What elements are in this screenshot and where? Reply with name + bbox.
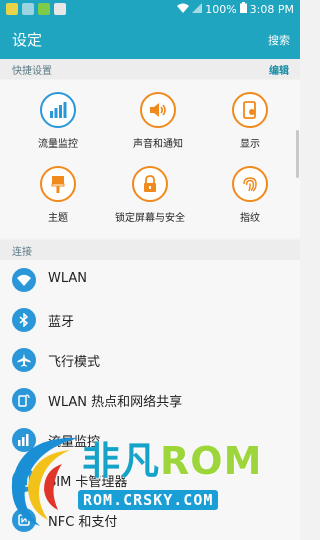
scrollbar-thumb[interactable]: [296, 130, 299, 178]
watermark: 非凡ROM ROM.CRSKY.COM: [0, 428, 300, 528]
connections-header: 连接: [0, 240, 300, 260]
speaker-icon: [140, 92, 176, 128]
display-icon: [232, 92, 268, 128]
quick-setting-fingerprint[interactable]: 指纹: [200, 166, 300, 224]
data-usage-icon: [40, 92, 76, 128]
battery-icon: [239, 2, 247, 16]
quick-setting-label: 显示: [240, 139, 260, 150]
quick-setting-display[interactable]: 显示: [200, 92, 300, 150]
paintbrush-icon: [40, 166, 76, 202]
list-item-label: WLAN 热点和网络共享: [48, 395, 183, 410]
message-notification-icon: [6, 3, 18, 15]
battery-percent: 100%: [205, 2, 237, 16]
section-title: 连接: [12, 247, 32, 258]
quick-setting-sound[interactable]: 声音和通知: [108, 92, 208, 150]
quick-setting-lock-screen[interactable]: 锁定屏幕与安全: [100, 166, 200, 224]
quick-setting-label: 声音和通知: [133, 139, 183, 150]
list-item-wlan[interactable]: WLAN: [0, 260, 300, 300]
quick-setting-label: 主题: [48, 213, 68, 224]
watermark-brand-part2: ROM: [160, 439, 263, 483]
list-item-label: 蓝牙: [48, 315, 75, 330]
watermark-url: ROM.CRSKY.COM: [78, 490, 219, 510]
list-item-bluetooth[interactable]: 蓝牙: [0, 300, 300, 340]
lock-icon: [132, 166, 168, 202]
list-item-airplane-mode[interactable]: 飞行模式: [0, 340, 300, 380]
bluetooth-icon: [12, 308, 36, 332]
list-item-label: 飞行模式: [48, 355, 101, 370]
hotspot-icon: [12, 388, 36, 412]
page-title: 设定: [12, 31, 43, 49]
status-bar: 100% 3:08 PM: [0, 0, 300, 19]
search-button[interactable]: 搜索: [268, 32, 290, 48]
list-item-label: WLAN: [48, 271, 88, 286]
section-title: 快捷设置: [12, 66, 52, 77]
store-notification-icon: [54, 3, 66, 15]
watermark-logo-icon: [11, 437, 78, 526]
list-item-hotspot[interactable]: WLAN 热点和网络共享: [0, 380, 300, 420]
edit-button[interactable]: 编辑: [269, 62, 289, 77]
clock: 3:08 PM: [249, 2, 294, 16]
quick-setting-label: 指纹: [240, 213, 260, 224]
watermark-brand: 非凡ROM: [82, 430, 262, 485]
quick-settings-header: 快捷设置 编辑: [0, 59, 300, 79]
wifi-icon: [12, 268, 36, 292]
notification-icons: [6, 3, 66, 15]
wifi-signal-icon: [177, 3, 190, 16]
quick-setting-label: 锁定屏幕与安全: [115, 213, 185, 224]
cell-signal-icon: [192, 2, 203, 16]
fingerprint-icon: [232, 166, 268, 202]
sim-notification-icon: [22, 3, 34, 15]
watermark-brand-part1: 非凡: [82, 439, 161, 483]
quick-setting-label: 流量监控: [38, 139, 78, 150]
quick-setting-data-usage[interactable]: 流量监控: [8, 92, 108, 150]
quick-setting-theme[interactable]: 主题: [8, 166, 108, 224]
quick-settings-grid: 流量监控 声音和通知 显示 主题 锁定屏幕与安全 指纹: [0, 80, 300, 238]
app-bar: 设定 搜索: [0, 19, 300, 59]
app-notification-icon: [38, 3, 50, 15]
airplane-icon: [12, 348, 36, 372]
